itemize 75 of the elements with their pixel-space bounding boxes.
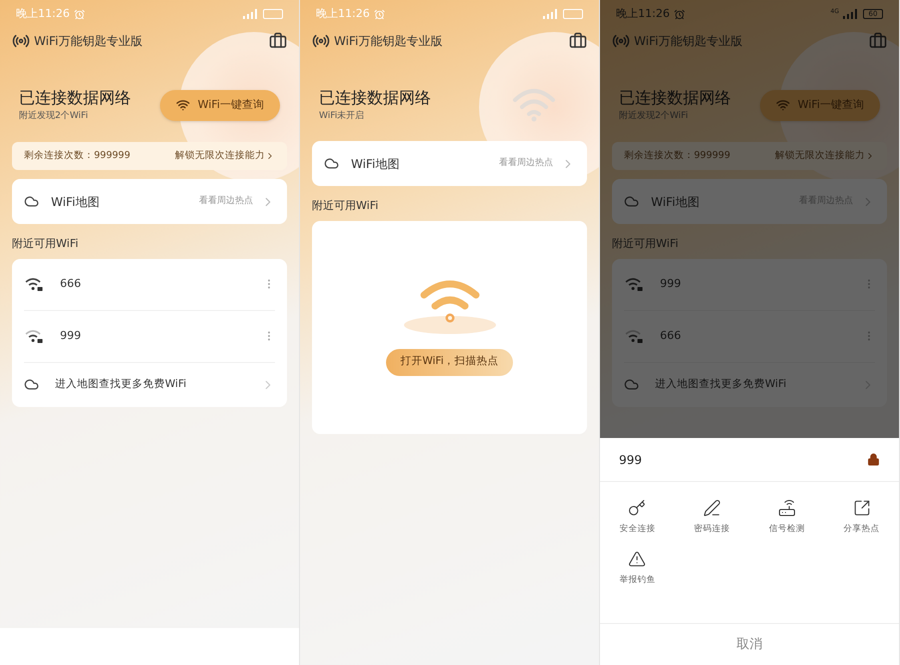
wifi-map-card[interactable]: WiFi地图 看看周边热点 [12, 179, 287, 224]
connection-status: 已连接数据网络 [619, 87, 731, 110]
sheet-action[interactable]: 密码连接 [674, 499, 750, 536]
wifi-network-row[interactable]: 999 [24, 310, 275, 362]
wifi-network-row[interactable]: 666 [24, 258, 275, 310]
wifi-lock-icon [24, 329, 44, 343]
map-icon [324, 156, 339, 171]
scan-button[interactable]: 打开WiFi，扫描热点 [386, 348, 513, 376]
connection-subtitle: WiFi未开启 [319, 110, 366, 124]
map-title: WiFi地图 [351, 156, 400, 172]
signal-icon [843, 9, 859, 19]
battery-icon [263, 9, 283, 19]
signal-icon [243, 9, 259, 19]
quota-count: 剩余连接次数：999999 [624, 148, 730, 163]
map-title: WiFi地图 [651, 194, 700, 210]
wifi-network-row[interactable]: 666 [624, 310, 875, 362]
wifi-icon [776, 98, 790, 112]
wifi-lock-icon [624, 329, 644, 343]
key-icon [628, 499, 646, 517]
connection-subtitle: 附近发现2个WiFi [619, 110, 689, 124]
map-hint: 看看周边热点 [499, 156, 553, 170]
share-icon [852, 499, 871, 517]
map-icon [624, 377, 639, 392]
alarm-icon [674, 8, 685, 20]
logo-icon [612, 32, 630, 50]
map-hint: 看看周边热点 [199, 194, 253, 208]
more-wifi-link: 进入地图查找更多免费WiFi [655, 376, 786, 392]
section-title: 附近可用WiFi [12, 236, 80, 252]
connection-subtitle: 附近发现2个WiFi [19, 110, 89, 124]
app-title: WiFi万能钥匙专业版 [34, 33, 142, 50]
wifi-icon [176, 98, 190, 112]
pen-icon [703, 499, 722, 517]
quota-count: 剩余连接次数：999999 [24, 148, 130, 163]
more-wifi-link: 进入地图查找更多免费WiFi [55, 376, 186, 392]
battery-icon [563, 9, 583, 19]
status-time: 晚上11:26 [616, 6, 670, 22]
wifi-network-row[interactable]: 999 [624, 258, 875, 310]
sheet-action[interactable]: 举报钓鱼 [600, 550, 675, 586]
sheet-action[interactable]: 安全连接 [600, 499, 675, 536]
wifi-name: 999 [60, 328, 81, 344]
wifi-name: 999 [660, 276, 681, 292]
connection-status: 已连接数据网络 [19, 87, 131, 110]
sheet-action[interactable]: 信号检测 [750, 499, 824, 536]
logo-icon [312, 32, 330, 50]
connection-status: 已连接数据网络 [319, 87, 431, 110]
warning-icon [628, 550, 646, 568]
cancel-button[interactable]: 取消 [600, 623, 899, 665]
logo-icon [12, 32, 30, 50]
sheet-action[interactable]: 分享热点 [824, 499, 899, 536]
section-title: 附近可用WiFi [612, 236, 680, 252]
router-icon [778, 499, 796, 517]
lock-icon [867, 453, 880, 466]
wifi-lock-icon [624, 277, 644, 291]
alarm-icon [74, 8, 85, 20]
map-icon [624, 194, 639, 209]
status-time: 晚上11:26 [16, 6, 70, 22]
map-link-row[interactable]: 进入地图查找更多免费WiFi [24, 362, 275, 406]
alarm-icon [374, 8, 385, 20]
wifi-lock-icon [24, 277, 44, 291]
unlock-link[interactable]: 解锁无限次连接能力 [175, 148, 275, 164]
map-icon [24, 377, 39, 392]
signal-icon [543, 9, 559, 19]
map-link-row[interactable]: 进入地图查找更多免费WiFi [624, 362, 875, 406]
sheet-title: 999 [619, 452, 642, 468]
map-icon [24, 194, 39, 209]
app-title: WiFi万能钥匙专业版 [634, 33, 742, 50]
wifi-map-card[interactable]: WiFi地图 看看周边热点 [312, 141, 587, 186]
wifi-icon [512, 88, 556, 122]
wifi-name: 666 [660, 328, 681, 344]
wifi-name: 666 [60, 276, 81, 292]
status-time: 晚上11:26 [316, 6, 370, 22]
app-title: WiFi万能钥匙专业版 [334, 33, 442, 50]
map-title: WiFi地图 [51, 194, 100, 210]
wifi-query-button[interactable]: WiFi一键查询 [160, 90, 280, 120]
section-title: 附近可用WiFi [312, 198, 380, 214]
